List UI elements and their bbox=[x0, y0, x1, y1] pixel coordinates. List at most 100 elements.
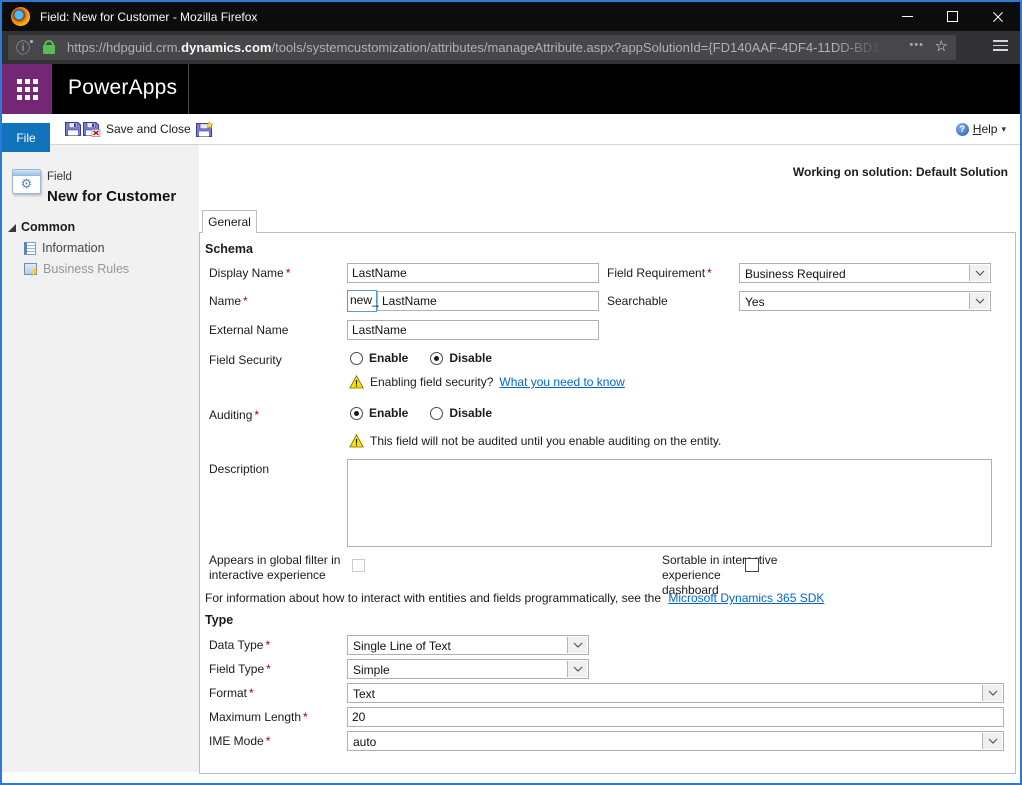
url-fade bbox=[834, 35, 904, 60]
help-icon: ? bbox=[956, 123, 969, 136]
gear-icon: ⚙ bbox=[13, 176, 40, 192]
entity-name: New for Customer bbox=[47, 188, 176, 205]
auditing-warning-text: This field will not be audited until you… bbox=[370, 434, 721, 448]
auditing-disable-radio[interactable] bbox=[430, 407, 443, 420]
save-and-new-button[interactable] bbox=[195, 121, 214, 138]
field-type-label: Field Type* bbox=[209, 662, 271, 676]
maximum-length-label: Maximum Length* bbox=[209, 710, 308, 724]
tree-expander-icon[interactable] bbox=[8, 224, 16, 232]
firefox-icon bbox=[11, 7, 30, 26]
svg-text:!: ! bbox=[355, 437, 358, 447]
format-select[interactable]: Text bbox=[347, 683, 1004, 703]
searchable-select[interactable]: Yes bbox=[739, 291, 991, 311]
help-label: Help bbox=[973, 122, 998, 136]
field-type-select[interactable]: Simple bbox=[347, 659, 589, 679]
close-icon[interactable] bbox=[975, 2, 1020, 31]
title-bar: Field: New for Customer - Mozilla Firefo… bbox=[2, 2, 1020, 31]
display-name-label: Display Name* bbox=[209, 266, 290, 280]
sidebar-item-business-rules[interactable]: ⚡ Business Rules bbox=[24, 262, 129, 276]
page-content: ⚙ Field New for Customer Common Informat… bbox=[2, 145, 1020, 783]
menu-icon[interactable] bbox=[993, 40, 1008, 51]
field-requirement-label: Field Requirement* bbox=[607, 266, 712, 280]
save-and-close-label: Save and Close bbox=[106, 122, 191, 136]
waffle-icon[interactable] bbox=[2, 64, 52, 114]
field-security-disable-radio[interactable] bbox=[430, 352, 443, 365]
site-info-icon[interactable]: ⓘ bbox=[16, 41, 30, 55]
window-controls bbox=[885, 2, 1020, 31]
field-security-warning-text: Enabling field security? bbox=[370, 375, 493, 389]
save-and-new-icon bbox=[195, 121, 214, 138]
save-and-close-button[interactable]: Save and Close bbox=[82, 121, 191, 137]
name-input[interactable] bbox=[377, 291, 599, 311]
chevron-down-icon bbox=[982, 685, 1002, 701]
bolt-icon: ⚡ bbox=[29, 267, 40, 278]
url-path: /tools/systemcustomization/attributes/ma… bbox=[272, 40, 887, 55]
chevron-down-icon bbox=[982, 733, 1002, 749]
schema-heading: Schema bbox=[205, 242, 253, 256]
window-title: Field: New for Customer - Mozilla Firefo… bbox=[40, 10, 257, 24]
description-label: Description bbox=[209, 462, 269, 476]
command-bar: Save and Close ? Help ▾ bbox=[2, 114, 1020, 145]
tree-group-common[interactable]: Common bbox=[21, 220, 75, 234]
auditing-label: Auditing* bbox=[209, 408, 259, 422]
warning-icon: ! bbox=[349, 375, 364, 389]
auditing-enable-radio[interactable] bbox=[350, 407, 363, 420]
chevron-down-icon bbox=[969, 293, 989, 309]
maximum-length-input[interactable] bbox=[347, 707, 1004, 727]
chevron-down-icon bbox=[567, 661, 587, 677]
tab-general[interactable]: General bbox=[202, 210, 257, 233]
lock-icon bbox=[43, 45, 55, 54]
auditing-radios: Enable Disable bbox=[350, 406, 514, 420]
chevron-down-icon: ▾ bbox=[1001, 124, 1006, 135]
address-bar: ⓘ https://hdpguid.crm.dynamics.com/tools… bbox=[2, 31, 1020, 64]
type-heading: Type bbox=[205, 613, 233, 627]
entity-type-label: Field bbox=[47, 171, 72, 183]
data-type-select[interactable]: Single Line of Text bbox=[347, 635, 589, 655]
app-brand: PowerApps bbox=[68, 76, 177, 100]
help-menu[interactable]: ? Help ▾ bbox=[956, 122, 1020, 136]
chevron-down-icon bbox=[567, 637, 587, 653]
ime-mode-select[interactable]: auto bbox=[347, 731, 1004, 751]
global-filter-checkbox bbox=[352, 559, 365, 572]
external-name-input[interactable] bbox=[347, 320, 599, 340]
description-textarea[interactable] bbox=[347, 459, 992, 547]
sidebar-item-information[interactable]: Information bbox=[24, 241, 105, 255]
sidebar-item-label: Business Rules bbox=[43, 262, 129, 276]
file-tab[interactable]: File bbox=[2, 123, 50, 152]
chevron-down-icon bbox=[969, 265, 989, 281]
what-you-need-to-know-link[interactable]: What you need to know bbox=[499, 375, 624, 389]
url-host: https://hdpguid.crm. bbox=[67, 40, 181, 55]
bookmark-star-icon[interactable]: ☆ bbox=[935, 37, 948, 55]
format-label: Format* bbox=[209, 686, 254, 700]
information-icon bbox=[24, 242, 36, 255]
data-type-label: Data Type* bbox=[209, 638, 270, 652]
browser-window: Field: New for Customer - Mozilla Firefo… bbox=[0, 0, 1022, 785]
field-requirement-select[interactable]: Business Required bbox=[739, 263, 991, 283]
minimize-icon[interactable] bbox=[885, 2, 930, 31]
field-security-warning: ! Enabling field security? What you need… bbox=[349, 375, 625, 389]
app-header: PowerApps bbox=[2, 64, 1020, 114]
name-label: Name* bbox=[209, 294, 248, 308]
save-button[interactable] bbox=[64, 121, 82, 137]
sdk-info-line: For information about how to interact wi… bbox=[205, 591, 824, 605]
display-name-input[interactable] bbox=[347, 263, 599, 283]
maximize-icon[interactable] bbox=[930, 2, 975, 31]
dynamics-365-sdk-link[interactable]: Microsoft Dynamics 365 SDK bbox=[668, 591, 824, 605]
global-filter-label: Appears in global filter in interactive … bbox=[209, 553, 351, 583]
save-and-close-icon bbox=[82, 121, 101, 137]
warning-icon: ! bbox=[349, 434, 364, 448]
business-rules-icon: ⚡ bbox=[24, 263, 37, 275]
field-security-enable-radio[interactable] bbox=[350, 352, 363, 365]
name-prefix-box[interactable]: new_ bbox=[347, 290, 377, 312]
field-entity-icon: ⚙ bbox=[12, 169, 41, 194]
field-security-radios: Enable Disable bbox=[350, 351, 514, 365]
url-input[interactable]: ⓘ https://hdpguid.crm.dynamics.com/tools… bbox=[8, 35, 956, 60]
save-icon bbox=[64, 121, 82, 137]
working-on-solution: Working on solution: Default Solution bbox=[793, 165, 1008, 179]
sidebar-item-label: Information bbox=[42, 241, 105, 255]
page-actions-icon[interactable]: ••• bbox=[909, 39, 924, 51]
sortable-checkbox[interactable] bbox=[745, 558, 759, 572]
field-security-label: Field Security bbox=[209, 353, 282, 367]
searchable-label: Searchable bbox=[607, 294, 668, 308]
ime-mode-label: IME Mode* bbox=[209, 734, 270, 748]
